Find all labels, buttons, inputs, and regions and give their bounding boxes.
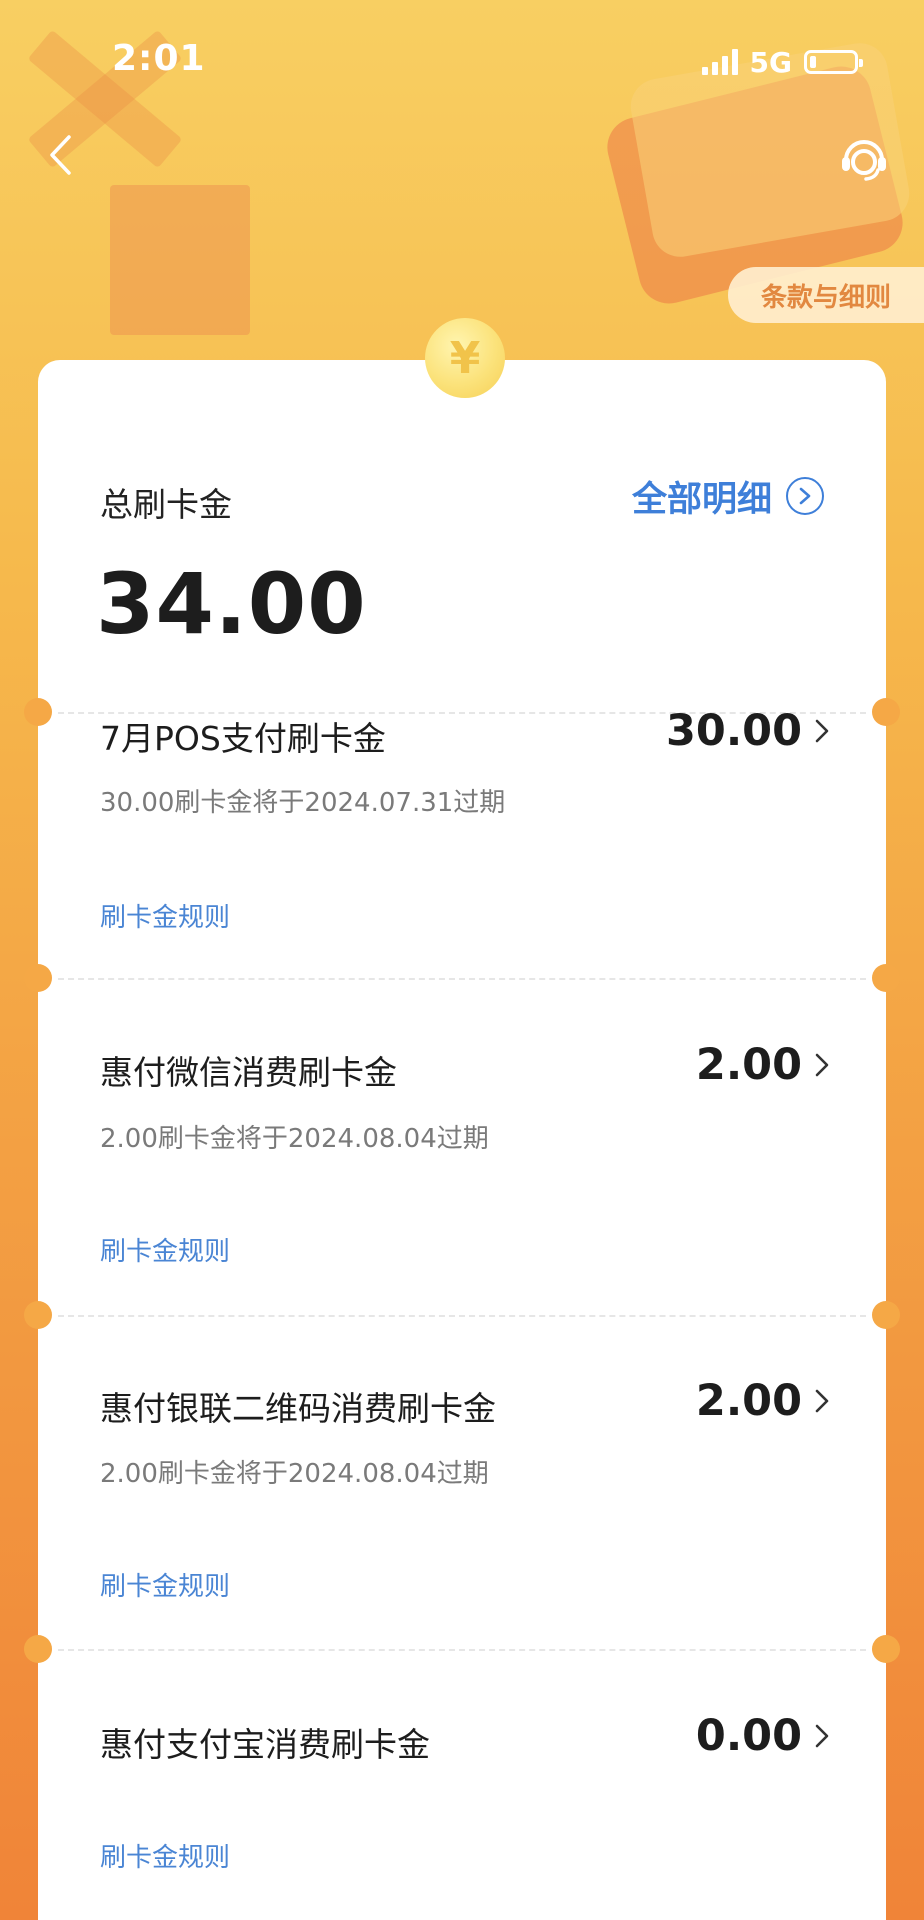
item-expiry: 2.00刷卡金将于2024.08.04过期: [100, 1124, 489, 1154]
credit-item-card: 7月POS支付刷卡金 30.00 30.00刷卡金将于2024.07.31过期 …: [24, 698, 900, 978]
dashed-divider: [58, 1649, 866, 1651]
back-button[interactable]: [40, 130, 80, 180]
item-amount-button[interactable]: 2.00: [696, 1376, 830, 1426]
credit-item-card: 惠付银联二维码消费刷卡金 2.00 2.00刷卡金将于2024.08.04过期 …: [24, 1301, 900, 1649]
battery-icon: [804, 50, 863, 74]
decorative-square: [110, 185, 250, 335]
item-amount-button[interactable]: 2.00: [696, 1040, 830, 1090]
item-name: 7月POS支付刷卡金: [100, 719, 386, 758]
item-amount: 30.00: [665, 706, 802, 756]
signal-icon: [701, 49, 738, 75]
summary-card: 总刷卡金 全部明细 34.00: [38, 360, 886, 712]
terms-button[interactable]: 条款与细则: [728, 267, 924, 323]
total-amount: 34.00: [96, 555, 367, 653]
all-details-label: 全部明细: [631, 479, 772, 520]
item-rule-link[interactable]: 刷卡金规则: [100, 1231, 230, 1268]
item-name: 惠付支付宝消费刷卡金: [100, 1725, 430, 1764]
network-label: 5G: [749, 45, 792, 79]
item-amount: 2.00: [695, 1376, 802, 1426]
customer-service-icon: [842, 140, 886, 181]
item-rule-link[interactable]: 刷卡金规则: [100, 1837, 230, 1874]
chevron-right-icon: [814, 1051, 830, 1079]
battery-level: [810, 56, 816, 68]
dashed-divider: [58, 978, 866, 980]
item-name: 惠付微信消费刷卡金: [100, 1053, 397, 1092]
item-rule-link[interactable]: 刷卡金规则: [100, 1566, 230, 1603]
item-expiry: 30.00刷卡金将于2024.07.31过期: [100, 788, 506, 818]
summary-title: 总刷卡金: [100, 485, 232, 524]
dashed-divider: [58, 1315, 866, 1317]
item-name: 惠付银联二维码消费刷卡金: [100, 1389, 496, 1428]
item-rule-link[interactable]: 刷卡金规则: [100, 897, 230, 934]
status-indicators: 5G: [701, 45, 863, 79]
chevron-right-icon: [814, 1722, 830, 1750]
credit-item-card: 惠付微信消费刷卡金 2.00 2.00刷卡金将于2024.08.04过期 刷卡金…: [24, 964, 900, 1315]
circle-chevron-right-icon: [786, 477, 824, 515]
customer-service-button[interactable]: [836, 130, 892, 186]
chevron-right-icon: [814, 1387, 830, 1415]
credit-item-card: 惠付支付宝消费刷卡金 0.00 刷卡金规则: [24, 1635, 900, 1920]
chevron-right-icon: [814, 717, 830, 745]
item-amount: 0.00: [695, 1711, 802, 1761]
item-amount: 2.00: [695, 1040, 802, 1090]
item-expiry: 2.00刷卡金将于2024.08.04过期: [100, 1459, 489, 1489]
all-details-link[interactable]: 全部明细: [632, 470, 824, 522]
coin-icon: ¥: [425, 318, 505, 398]
status-time: 2:01: [112, 38, 206, 79]
item-amount-button[interactable]: 0.00: [696, 1711, 830, 1761]
item-amount-button[interactable]: 30.00: [666, 706, 830, 756]
chevron-left-icon: [50, 135, 71, 175]
